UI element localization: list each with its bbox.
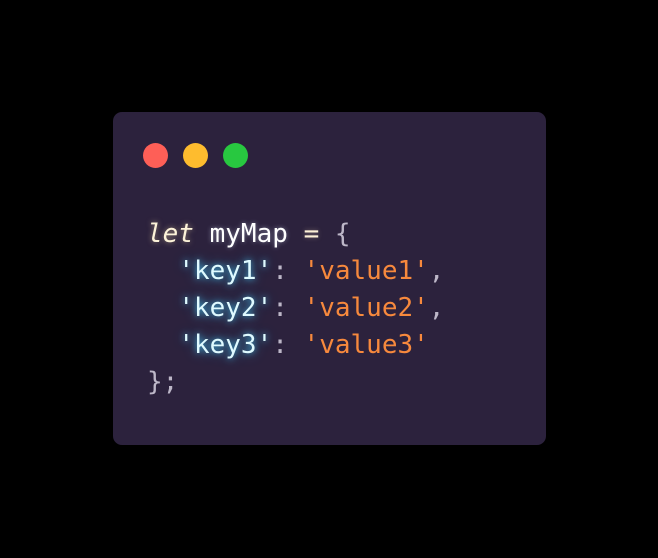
colon: :: [272, 293, 288, 323]
code-line-4: 'key3': 'value3': [147, 327, 444, 364]
code-line-2: 'key1': 'value1',: [147, 253, 444, 290]
canvas: let myMap = { 'key1': 'value1', 'key2': …: [0, 0, 658, 558]
keyword-let: let: [147, 219, 194, 249]
string-value: 'value1': [303, 256, 429, 286]
object-key: 'key3': [178, 330, 273, 360]
colon: :: [272, 330, 288, 360]
colon: :: [272, 256, 288, 286]
code-line-3: 'key2': 'value2',: [147, 290, 444, 327]
open-brace: {: [334, 219, 351, 249]
comma: ,: [428, 293, 445, 323]
assign-operator: =: [303, 219, 320, 249]
code-window: let myMap = { 'key1': 'value1', 'key2': …: [113, 112, 546, 445]
object-key: 'key1': [178, 256, 273, 286]
close-dot-icon[interactable]: [143, 143, 168, 168]
minimize-dot-icon[interactable]: [183, 143, 208, 168]
code-block: let myMap = { 'key1': 'value1', 'key2': …: [147, 216, 444, 401]
comma: ,: [428, 256, 445, 286]
code-line-1: let myMap = {: [147, 216, 444, 253]
window-controls: [143, 143, 248, 168]
string-value: 'value2': [303, 293, 429, 323]
variable-name: myMap: [209, 219, 288, 249]
maximize-dot-icon[interactable]: [223, 143, 248, 168]
object-key: 'key2': [178, 293, 273, 323]
string-value: 'value3': [303, 330, 429, 360]
code-line-5: };: [147, 364, 444, 401]
close-brace: };: [147, 367, 179, 397]
